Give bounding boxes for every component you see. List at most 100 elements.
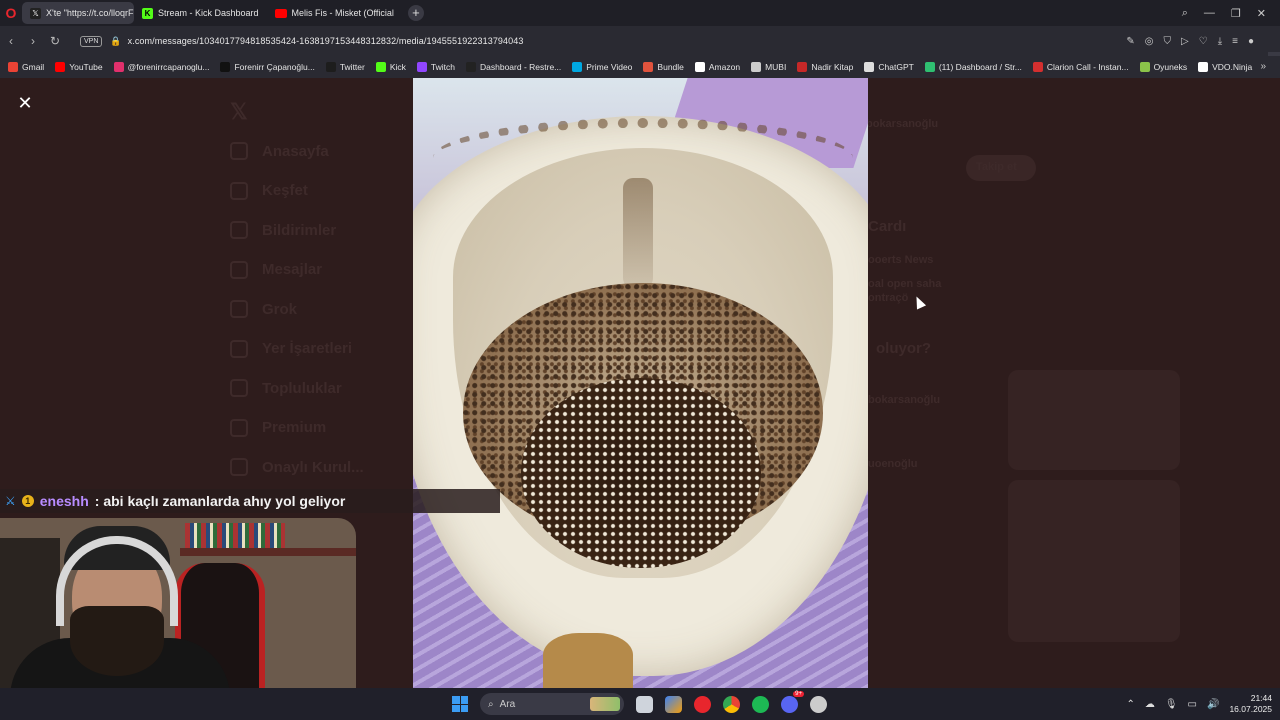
lock-icon[interactable]: 🔒 bbox=[110, 36, 121, 47]
bookmark-favicon-icon bbox=[924, 62, 935, 72]
bookmark-item[interactable]: Nadir Kitap bbox=[797, 62, 853, 72]
close-window-icon[interactable]: ✕ bbox=[1257, 7, 1266, 20]
bookmark-item[interactable]: Twitter bbox=[325, 62, 365, 72]
clock[interactable]: 21:44 16.07.2025 bbox=[1229, 693, 1272, 715]
taskbar-search[interactable]: ⌕ Ara bbox=[480, 693, 624, 715]
download-icon[interactable]: ⤓ bbox=[1218, 36, 1222, 47]
window-controls: ⌕ — ❐ ✕ bbox=[1182, 0, 1280, 26]
app-icon[interactable] bbox=[810, 695, 827, 713]
bookmark-label: (11) Dashboard / Str... bbox=[938, 62, 1022, 72]
bg-nav-label: Anasayfa bbox=[262, 142, 329, 160]
bookmark-favicon-icon bbox=[694, 62, 705, 72]
bg-nav-label: Grok bbox=[262, 300, 298, 318]
tab-x-media[interactable]: 𝕏 X'te "https://t.co/lloqrFr bbox=[22, 2, 134, 24]
bg-text: bokarsanoğlu bbox=[866, 118, 939, 130]
discord-icon[interactable]: 9+ bbox=[781, 690, 804, 713]
menu-icon[interactable]: ≡ bbox=[1232, 36, 1238, 47]
bg-text: ooerts News bbox=[868, 254, 934, 266]
new-tab-button[interactable]: + bbox=[407, 5, 424, 21]
webcam-shelf bbox=[180, 548, 356, 556]
bg-text: Takip et bbox=[976, 161, 1017, 173]
spotify-icon[interactable] bbox=[752, 695, 769, 713]
bookmark-label: Gmail bbox=[22, 62, 45, 72]
vpn-badge[interactable]: VPN bbox=[80, 35, 103, 47]
back-icon[interactable]: ‹ bbox=[0, 34, 22, 48]
bookmark-item[interactable]: (11) Dashboard / Str... bbox=[924, 62, 1022, 72]
tab-title: X'te "https://t.co/lloqrFr bbox=[46, 8, 134, 18]
bookmark-item[interactable]: ChatGPT bbox=[864, 62, 914, 72]
minimize-icon[interactable]: — bbox=[1204, 7, 1215, 19]
bg-nav-label: Keşfet bbox=[262, 182, 308, 200]
chevron-up-icon[interactable]: ⌃ bbox=[1126, 699, 1134, 710]
bookmark-item[interactable]: Prime Video bbox=[572, 62, 632, 72]
bg-x-logo-icon: 𝕏 bbox=[230, 98, 248, 124]
bookmark-item[interactable]: MUBI bbox=[751, 62, 786, 72]
bookmark-item[interactable]: Kick bbox=[375, 62, 406, 72]
windows-start-icon[interactable] bbox=[452, 696, 468, 712]
bg-text: Cardı bbox=[868, 218, 907, 235]
bookmark-item[interactable]: @forenirrcapanoglu... bbox=[113, 62, 210, 72]
search-tabs-icon[interactable]: ⌕ bbox=[1182, 7, 1188, 20]
cup-saucer bbox=[543, 633, 633, 688]
forward-icon[interactable]: › bbox=[22, 34, 44, 48]
chat-message: : abi kaçlı zamanlarda ahıy yol geliyor bbox=[94, 493, 346, 509]
bookmark-label: Twitch bbox=[430, 62, 455, 72]
bg-text: bokarsanoğlu bbox=[868, 394, 941, 406]
bookmark-item[interactable]: Gmail bbox=[8, 62, 44, 72]
tab-title: Melis Fis - Misket (Official bbox=[291, 8, 394, 18]
bookmark-favicon-icon bbox=[375, 62, 386, 72]
bookmark-label: @forenirrcapanoglu... bbox=[127, 62, 210, 72]
url-field[interactable]: x.com/messages/1034017794818535424-16381… bbox=[128, 36, 524, 46]
network-app-icon[interactable]: ☁ bbox=[1145, 699, 1155, 710]
bg-nav-label: Onaylı Kurul... bbox=[262, 458, 364, 476]
bookmark-favicon-icon bbox=[643, 62, 654, 72]
volume-icon[interactable]: 🔊 bbox=[1207, 699, 1219, 710]
opera-logo-icon[interactable]: O bbox=[0, 0, 22, 26]
edit-icon[interactable]: ✎ bbox=[1126, 36, 1134, 47]
bookmarks-bar: Gmail YouTube @forenirrcapanoglu... Forenir… bbox=[0, 56, 1280, 78]
bookmark-item[interactable]: Forenirr Çapanoğlu... bbox=[220, 62, 315, 72]
bookmark-item[interactable]: Twitch bbox=[416, 62, 455, 72]
bookmark-item[interactable]: Dashboard - Restre... bbox=[466, 62, 561, 72]
bookmarks-more-icon[interactable]: » bbox=[1260, 56, 1266, 78]
bg-nav-item: Bildirimler bbox=[230, 211, 364, 251]
taskbar: ⌕ Ara 9+ ⌃ ☁ 🎙 ▭ 🔊 21:44 16.07.2025 bbox=[0, 688, 1280, 720]
chat-username: eneshh bbox=[39, 493, 89, 509]
bookmark-item[interactable]: VDO.Ninja bbox=[1198, 62, 1252, 72]
monitor-icon[interactable]: ▭ bbox=[1188, 699, 1197, 710]
copilot-icon[interactable] bbox=[665, 695, 682, 713]
subscriber-badge: 1 bbox=[21, 495, 34, 507]
camera-icon[interactable]: ◎ bbox=[1145, 36, 1154, 47]
bookmark-item[interactable]: Bundle bbox=[643, 62, 684, 72]
bookmark-item[interactable]: YouTube bbox=[55, 62, 103, 72]
close-media-icon[interactable]: ✕ bbox=[16, 94, 34, 112]
moderator-sword-icon: ⚔ bbox=[5, 494, 16, 508]
heart-icon[interactable]: ♡ bbox=[1199, 36, 1208, 47]
bg-nav-icon bbox=[230, 418, 248, 437]
bookmark-favicon-icon bbox=[466, 62, 476, 72]
bookmark-label: Dashboard - Restre... bbox=[480, 62, 562, 72]
discord-badge: 9+ bbox=[793, 690, 804, 697]
opera-icon[interactable] bbox=[694, 695, 711, 713]
shield-icon[interactable]: ⛉ bbox=[1164, 36, 1172, 47]
restore-icon[interactable]: ❐ bbox=[1231, 7, 1241, 20]
reload-icon[interactable]: ↻ bbox=[44, 34, 66, 48]
chrome-icon[interactable] bbox=[723, 695, 740, 713]
x-icon: 𝕏 bbox=[30, 7, 41, 19]
bookmark-item[interactable]: Clarion Call - Instan... bbox=[1032, 62, 1129, 72]
task-view-icon[interactable] bbox=[636, 695, 653, 713]
bg-nav-label: Premium bbox=[262, 419, 327, 437]
bookmark-item[interactable]: Oyuneks bbox=[1139, 62, 1187, 72]
coffee-grounds-center bbox=[521, 378, 761, 568]
tab-kick-dashboard[interactable]: K Stream - Kick Dashboard bbox=[134, 2, 267, 24]
youtube-icon bbox=[274, 8, 287, 18]
profile-icon[interactable]: ● bbox=[1248, 36, 1254, 47]
bookmark-favicon-icon bbox=[797, 62, 808, 72]
bg-text: oluyor? bbox=[876, 340, 931, 357]
bookmark-label: Forenirr Çapanoğlu... bbox=[234, 62, 315, 72]
bookmark-favicon-icon bbox=[325, 62, 336, 72]
bookmark-item[interactable]: Amazon bbox=[694, 62, 740, 72]
tab-youtube-misket[interactable]: Melis Fis - Misket (Official bbox=[267, 2, 402, 24]
play-icon[interactable]: ▷ bbox=[1181, 36, 1189, 47]
microphone-icon[interactable]: 🎙 bbox=[1165, 699, 1178, 710]
